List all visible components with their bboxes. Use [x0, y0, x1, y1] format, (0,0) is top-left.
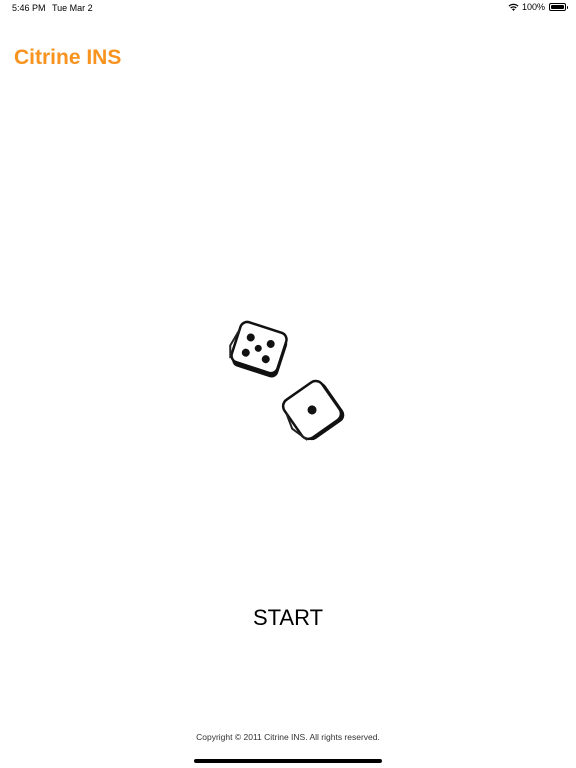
status-bar: 5:46 PM Tue Mar 2 100% — [0, 0, 576, 16]
home-indicator[interactable] — [194, 759, 382, 763]
copyright-text: Copyright © 2011 Citrine INS. All rights… — [196, 732, 380, 742]
app-screen: 5:46 PM Tue Mar 2 100% Citrine INS START… — [0, 0, 576, 768]
status-indicators: 100% — [508, 2, 568, 12]
die-one — [281, 379, 345, 441]
status-date: Tue Mar 2 — [52, 3, 93, 13]
battery-tip — [566, 6, 568, 9]
battery-percent: 100% — [521, 2, 545, 12]
wifi-icon — [508, 3, 519, 11]
die-four — [229, 320, 288, 378]
battery-level-fill — [551, 5, 564, 9]
dice-icon — [229, 320, 345, 441]
app-title: Citrine INS — [14, 46, 122, 69]
battery-icon — [549, 3, 568, 11]
start-button[interactable]: START — [238, 602, 338, 634]
status-time: 5:46 PM — [12, 3, 46, 13]
